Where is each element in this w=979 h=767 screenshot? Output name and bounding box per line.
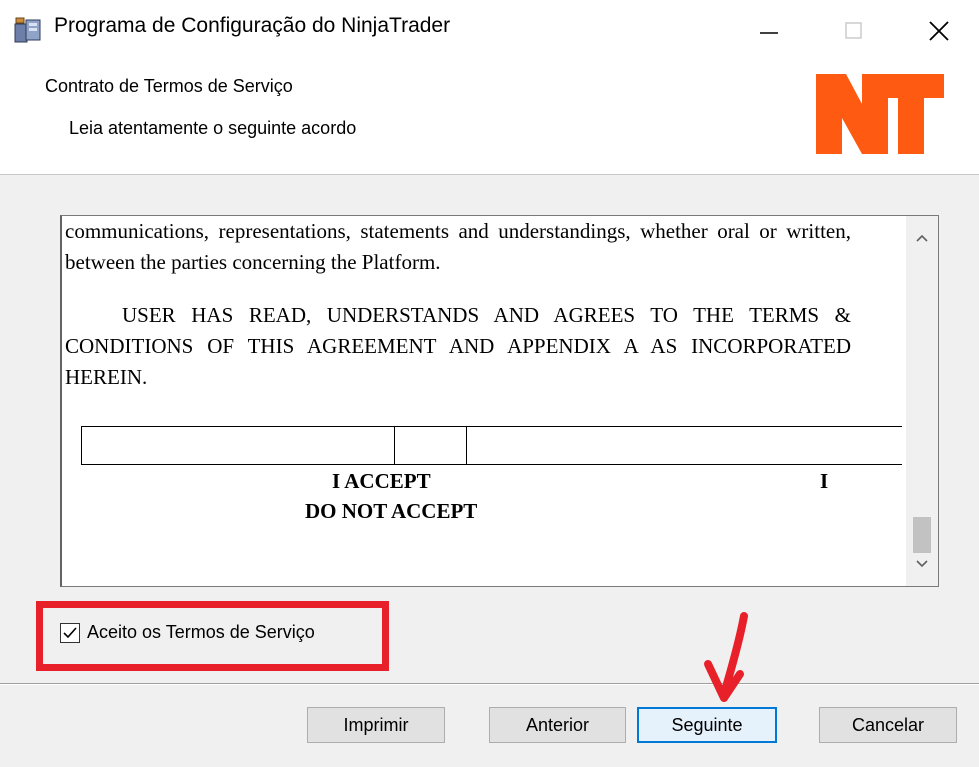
accept-terms-label: Aceito os Termos de Serviço [87,622,315,642]
scrollbar-thumb[interactable] [913,517,931,553]
title-bar: Programa de Configuração do NinjaTrader [0,0,979,62]
minimize-button[interactable] [734,0,804,62]
maximize-button[interactable] [819,0,889,62]
chevron-up-icon [916,234,928,242]
page-title: Contrato de Termos de Serviço [45,76,293,96]
agreement-textbox[interactable]: communications, representations, stateme… [60,215,939,587]
cancel-button[interactable]: Cancelar [819,707,957,743]
agreement-text: communications, representations, stateme… [65,216,851,393]
minimize-icon [760,32,778,34]
checkbox[interactable] [60,622,80,643]
scroll-down-button[interactable] [906,550,938,578]
wizard-header: Contrato de Termos de Serviço Leia atent… [0,62,979,175]
accept-marker: I [820,469,829,493]
signature-table [81,426,902,465]
close-button[interactable] [904,0,974,62]
ninjatrader-logo [816,74,944,154]
agreement-paragraph-1: communications, representations, stateme… [65,219,851,274]
annotation-arrow-icon [704,612,748,702]
not-accept-text: DO NOT ACCEPT [305,499,478,523]
back-button[interactable]: Anterior [489,707,626,743]
page-subtitle: Leia atentamente o seguinte acordo [69,118,357,138]
scroll-up-button[interactable] [906,224,938,252]
window-title: Programa de Configuração do NinjaTrader [54,14,451,37]
vertical-scrollbar[interactable] [906,216,938,586]
accept-terms-checkbox[interactable]: Aceito os Termos de Serviço [60,622,315,643]
installer-icon [12,14,44,46]
print-button[interactable]: Imprimir [307,707,445,743]
close-icon [929,21,949,41]
chevron-down-icon [916,560,928,568]
maximize-icon [845,22,862,39]
accept-text: I ACCEPT [332,469,431,493]
agreement-paragraph-2: USER HAS READ, UNDERSTANDS AND AGREES TO… [65,303,851,389]
checkmark-icon [63,626,77,638]
next-button[interactable]: Seguinte [637,707,777,743]
